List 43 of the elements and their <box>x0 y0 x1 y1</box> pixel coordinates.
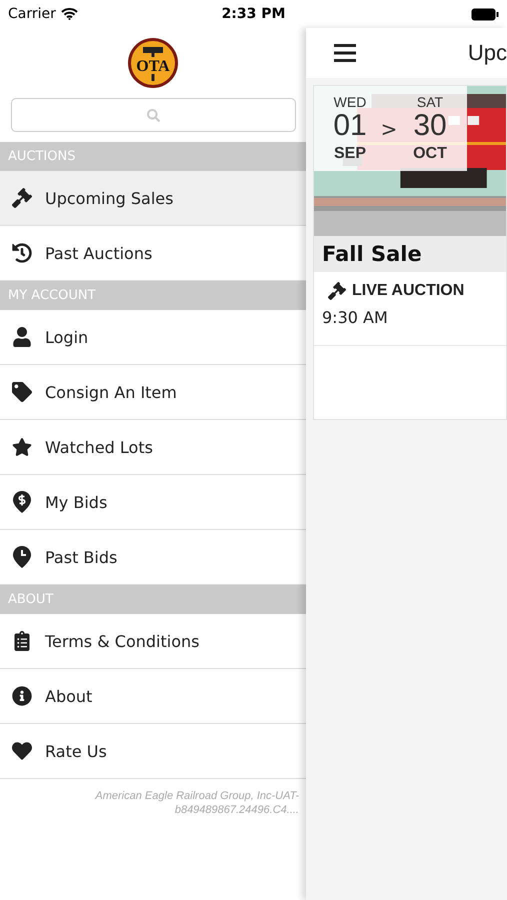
search-icon <box>147 108 160 122</box>
menu-item-label: My Bids <box>45 492 108 512</box>
menu-item-label: Upcoming Sales <box>45 188 174 208</box>
menu-item-label: Watched Lots <box>45 438 153 456</box>
menu-item-label: About <box>45 686 92 706</box>
start-weekday: WED <box>334 94 366 110</box>
star-icon <box>12 437 32 457</box>
menu-item-label: Login <box>45 328 88 346</box>
search-field[interactable] <box>11 98 296 132</box>
clock-pin-icon <box>13 546 31 568</box>
battery-icon <box>471 8 500 20</box>
end-weekday: SAT <box>416 94 444 110</box>
date-separator: > <box>380 116 398 140</box>
end-month: OCT <box>413 145 447 163</box>
end-day: 30 <box>413 110 447 142</box>
sale-time: 9:30 AM <box>321 307 389 327</box>
status-time: 2:33 PM <box>222 6 286 22</box>
gavel-icon <box>328 282 346 300</box>
carrier-label: Carrier <box>8 6 56 22</box>
sale-card[interactable]: WED 01 SEP > SAT 30 OCT Fall Sale LIVE AUCTION 9:30 AM <box>313 85 507 420</box>
menu-item-label: Past Bids <box>45 548 118 566</box>
menu-item[interactable]: Upcoming Sales <box>0 171 306 226</box>
gavel-icon <box>12 188 32 208</box>
menu-item-label: Consign An Item <box>45 382 177 402</box>
history-icon <box>12 243 32 263</box>
user-icon <box>12 327 32 347</box>
heart-icon <box>12 741 32 761</box>
page-title: Upc <box>468 40 507 66</box>
menu-item-label: Rate Us <box>45 742 107 760</box>
menu-icon[interactable] <box>334 44 356 62</box>
clipboard-icon <box>12 631 32 651</box>
info-icon <box>12 686 32 706</box>
logo: OTA <box>127 37 179 89</box>
menu-item-label: Past Auctions <box>45 244 152 262</box>
dollar-pin-icon <box>13 491 31 513</box>
sale-name: Fall Sale <box>314 236 506 272</box>
tag-icon <box>12 382 32 402</box>
auction-type: LIVE AUCTION <box>352 282 464 300</box>
wifi-icon <box>60 8 78 20</box>
menu-item-label: Terms & Conditions <box>45 632 200 650</box>
version-text: American Eagle Railroad Group, Inc-UAT-b849489867.24496.C4.... <box>94 789 300 817</box>
start-day: 01 <box>333 110 367 142</box>
start-month: SEP <box>334 145 366 163</box>
